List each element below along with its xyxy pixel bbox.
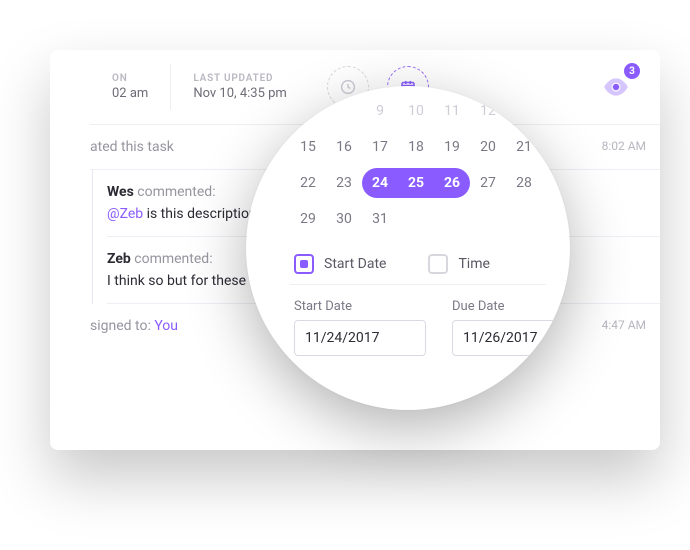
watchers-button[interactable]: 3 <box>596 67 636 107</box>
calendar-day[interactable]: 17 <box>362 132 398 162</box>
calendar-day[interactable]: 13 <box>506 96 542 126</box>
activity-assigned-timestamp: 4:47 AM <box>602 318 646 332</box>
calendar-day-selected[interactable]: 26 <box>434 168 470 198</box>
calendar-day[interactable]: 21 <box>506 132 542 162</box>
calendar-day[interactable]: 15 <box>290 132 326 162</box>
date-options-row: Start Date Time <box>290 240 546 285</box>
created-on-label: ON <box>112 73 148 84</box>
date-fields-row: Start Date 11/24/2017 Due Date 11/26/201… <box>290 285 546 356</box>
last-updated-label: LAST UPDATED <box>193 73 287 84</box>
activity-created-text: ated this task <box>90 139 174 155</box>
comment-body-text: is this description <box>143 206 257 222</box>
calendar-day[interactable]: 9 <box>362 96 398 126</box>
due-date-input[interactable]: 11/26/2017 <box>452 320 570 356</box>
activity-created-timestamp: 8:02 AM <box>602 139 646 153</box>
calendar-day[interactable]: 11 <box>434 96 470 126</box>
calendar-day[interactable]: 19 <box>434 132 470 162</box>
calendar-day-selected[interactable]: 25 <box>398 168 434 198</box>
due-date-field: Due Date 11/26/2017 <box>452 299 570 356</box>
calendar-day[interactable]: 10 <box>398 96 434 126</box>
comment-author: Wes <box>107 184 134 200</box>
start-date-checkbox[interactable] <box>294 254 314 274</box>
due-date-field-label: Due Date <box>452 299 570 314</box>
eye-icon <box>603 78 629 96</box>
assigned-user-link[interactable]: You <box>154 318 178 334</box>
calendar-day[interactable]: 22 <box>290 168 326 198</box>
calendar-grid: 9101112131516171819202122232425262728293… <box>290 96 546 234</box>
calendar-day[interactable]: 31 <box>362 204 398 234</box>
calendar-day[interactable]: 28 <box>506 168 542 198</box>
calendar-day[interactable]: 20 <box>470 132 506 162</box>
date-picker-popover: 9101112131516171819202122232425262728293… <box>246 86 570 410</box>
start-date-input[interactable]: 11/24/2017 <box>294 320 426 356</box>
calendar-day[interactable]: 27 <box>470 168 506 198</box>
comment-suffix: commented: <box>131 251 213 267</box>
time-checkbox[interactable] <box>428 254 448 274</box>
calendar-day[interactable]: 30 <box>326 204 362 234</box>
comment-suffix: commented: <box>134 184 216 200</box>
calendar-day[interactable]: 12 <box>470 96 506 126</box>
assigned-prefix: signed to: <box>90 318 154 334</box>
calendar-day[interactable]: 23 <box>326 168 362 198</box>
calendar-day-selected[interactable]: 24 <box>362 168 398 198</box>
comment-author: Zeb <box>107 251 131 267</box>
mention-link[interactable]: @Zeb <box>107 206 143 222</box>
start-date-field-label: Start Date <box>294 299 426 314</box>
created-on-meta: ON 02 am <box>90 64 170 110</box>
calendar-day[interactable]: 18 <box>398 132 434 162</box>
time-option-label: Time <box>458 256 489 272</box>
calendar-day[interactable]: 29 <box>290 204 326 234</box>
watchers-count-badge: 3 <box>624 63 640 79</box>
calendar-day[interactable]: 16 <box>326 132 362 162</box>
start-date-option-label: Start Date <box>324 256 386 272</box>
created-on-value: 02 am <box>112 86 148 101</box>
start-date-field: Start Date 11/24/2017 <box>294 299 426 356</box>
